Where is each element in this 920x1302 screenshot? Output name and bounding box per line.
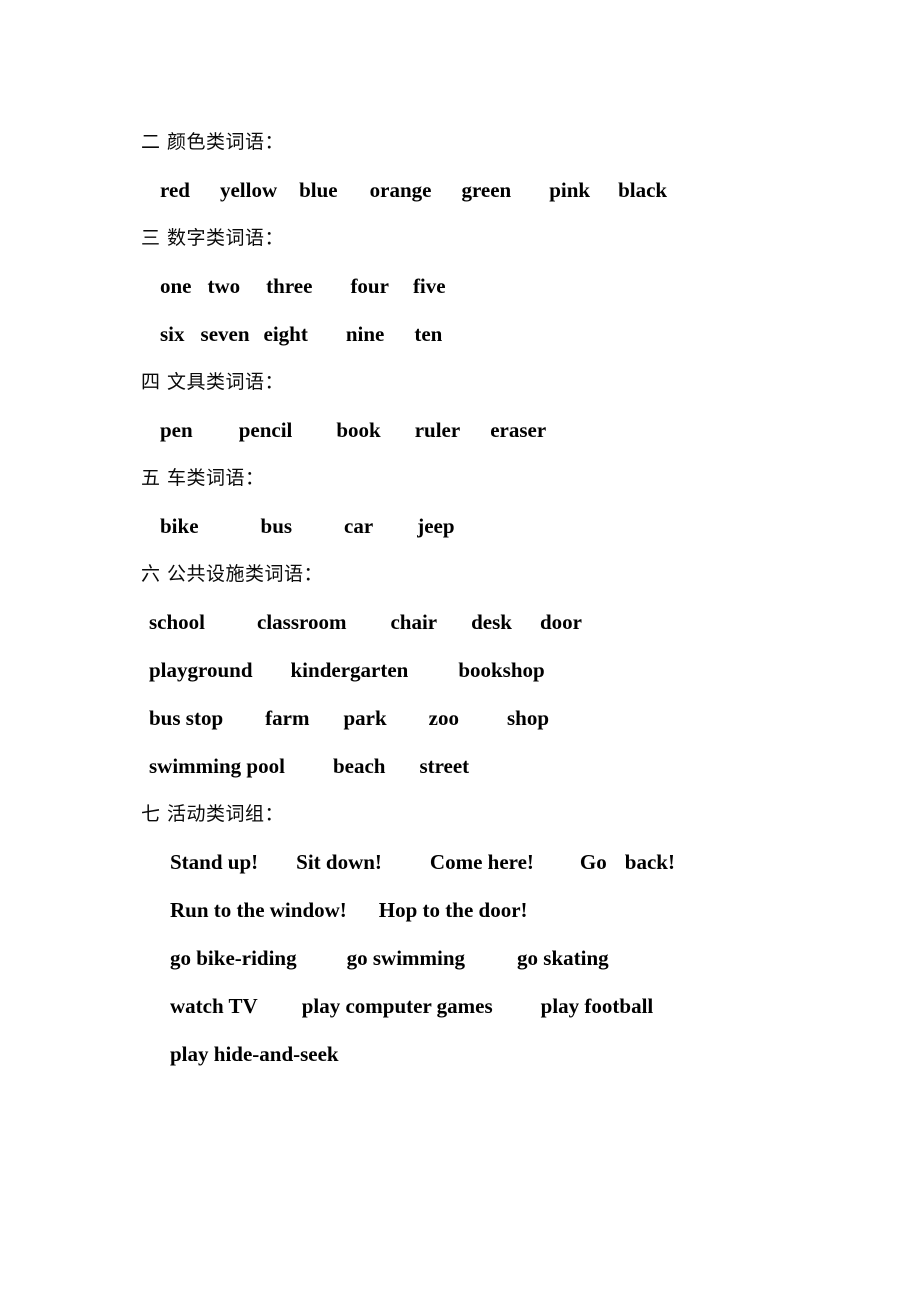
vocabulary-word: bus stop [149, 706, 224, 730]
vocabulary-word: nine [345, 322, 385, 346]
vocabulary-word: yellow [219, 178, 278, 202]
vocabulary-word: go swimming [346, 946, 466, 970]
word-row: school classroom chair desk door [141, 598, 841, 646]
vocabulary-word: bike [160, 514, 199, 538]
vocabulary-word: five [412, 274, 446, 298]
document-body: 二 颜色类词语： red yellow blue orange green pink blac… [141, 118, 841, 1078]
section-numbers: 三 数字类词语： one two three four five six seven eight… [141, 214, 841, 358]
vocabulary-word: car [344, 514, 374, 538]
vocabulary-word: six [160, 322, 185, 346]
section-heading-public-facilities: 六 公共设施类词语： [141, 563, 324, 585]
vocabulary-word: green [461, 178, 512, 202]
word-row: watch TV play computer games play football [141, 982, 841, 1030]
vocabulary-word: desk [471, 610, 512, 634]
vocabulary-word: shop [506, 706, 549, 730]
section-stationery: 四 文具类词语： pen pencil book ruler eraser [141, 358, 841, 454]
word-row: swimming pool beach street [141, 742, 841, 790]
section-heading-colors: 二 颜色类词语： [141, 131, 285, 153]
vocabulary-word: eraser [490, 418, 547, 442]
word-row: Run to the window! Hop to the door! [141, 886, 841, 934]
vocabulary-word: chair [390, 610, 438, 634]
vocabulary-word: go bike-riding [170, 946, 297, 970]
section-heading-stationery: 四 文具类词语： [141, 371, 285, 393]
vocabulary-word: blue [299, 178, 338, 202]
vocabulary-word: four [350, 274, 389, 298]
vocabulary-word: ten [414, 322, 443, 346]
vocabulary-word: farm [265, 706, 310, 730]
word-row: play hide-and-seek [141, 1030, 841, 1078]
vocabulary-word: kindergarten [290, 658, 409, 682]
vocabulary-word: three [266, 274, 313, 298]
vocabulary-word: street [419, 754, 470, 778]
vocabulary-word: Sit down! [296, 850, 382, 874]
word-row: one two three four five [141, 262, 841, 310]
vocabulary-word: back! [624, 850, 675, 874]
vocabulary-word: go skating [517, 946, 609, 970]
vocabulary-word: seven [200, 322, 250, 346]
vocabulary-word: Hop to the door! [378, 898, 528, 922]
vocabulary-word: eight [263, 322, 308, 346]
section-heading-vehicles: 五 车类词语： [141, 467, 265, 489]
vocabulary-word: door [539, 610, 582, 634]
vocabulary-word: two [207, 274, 241, 298]
vocabulary-word: watch TV [170, 994, 258, 1018]
vocabulary-word: bookshop [458, 658, 545, 682]
word-row: playground kindergarten bookshop [141, 646, 841, 694]
vocabulary-word: play football [540, 994, 654, 1018]
vocabulary-word: play computer games [301, 994, 493, 1018]
section-public-facilities: 六 公共设施类词语： school classroom chair desk door pl… [141, 550, 841, 790]
vocabulary-word: playground [149, 658, 253, 682]
word-row: pen pencil book ruler eraser [141, 406, 841, 454]
section-heading-numbers: 三 数字类词语： [141, 227, 285, 249]
vocabulary-word: pen [160, 418, 193, 442]
vocabulary-word: bus [260, 514, 293, 538]
vocabulary-word: Go [579, 850, 607, 874]
vocabulary-word: ruler [414, 418, 461, 442]
word-row: bus stop farm park zoo shop [141, 694, 841, 742]
vocabulary-word: black [618, 178, 668, 202]
vocabulary-word: red [160, 178, 190, 202]
vocabulary-word: jeep [417, 514, 455, 538]
vocabulary-word: school [149, 610, 206, 634]
word-row: Stand up! Sit down! Come here! Go back! [141, 838, 841, 886]
vocabulary-word: Run to the window! [170, 898, 347, 922]
vocabulary-word: classroom [257, 610, 347, 634]
vocabulary-word: pencil [238, 418, 293, 442]
word-row: go bike-riding go swimming go skating [141, 934, 841, 982]
word-row: red yellow blue orange green pink black [141, 166, 841, 214]
vocabulary-word: book [336, 418, 381, 442]
vocabulary-word: swimming pool [149, 754, 285, 778]
vocabulary-word: beach [332, 754, 386, 778]
vocabulary-word: one [160, 274, 192, 298]
word-row: six seven eight nine ten [141, 310, 841, 358]
section-colors: 二 颜色类词语： red yellow blue orange green pink blac… [141, 118, 841, 214]
vocabulary-word: zoo [428, 706, 459, 730]
section-activities: 七 活动类词组： Stand up! Sit down! Come here! Go ba… [141, 790, 841, 1078]
section-heading-activities: 七 活动类词组： [141, 803, 285, 825]
document-page: 二 颜色类词语： red yellow blue orange green pink blac… [0, 0, 920, 1302]
vocabulary-word: park [343, 706, 387, 730]
vocabulary-word: Stand up! [170, 850, 259, 874]
vocabulary-word: play hide-and-seek [170, 1042, 339, 1066]
word-row: bike bus car jeep [141, 502, 841, 550]
vocabulary-word: pink [549, 178, 591, 202]
vocabulary-word: Come here! [429, 850, 534, 874]
vocabulary-word: orange [369, 178, 432, 202]
section-vehicles: 五 车类词语： bike bus car jeep [141, 454, 841, 550]
